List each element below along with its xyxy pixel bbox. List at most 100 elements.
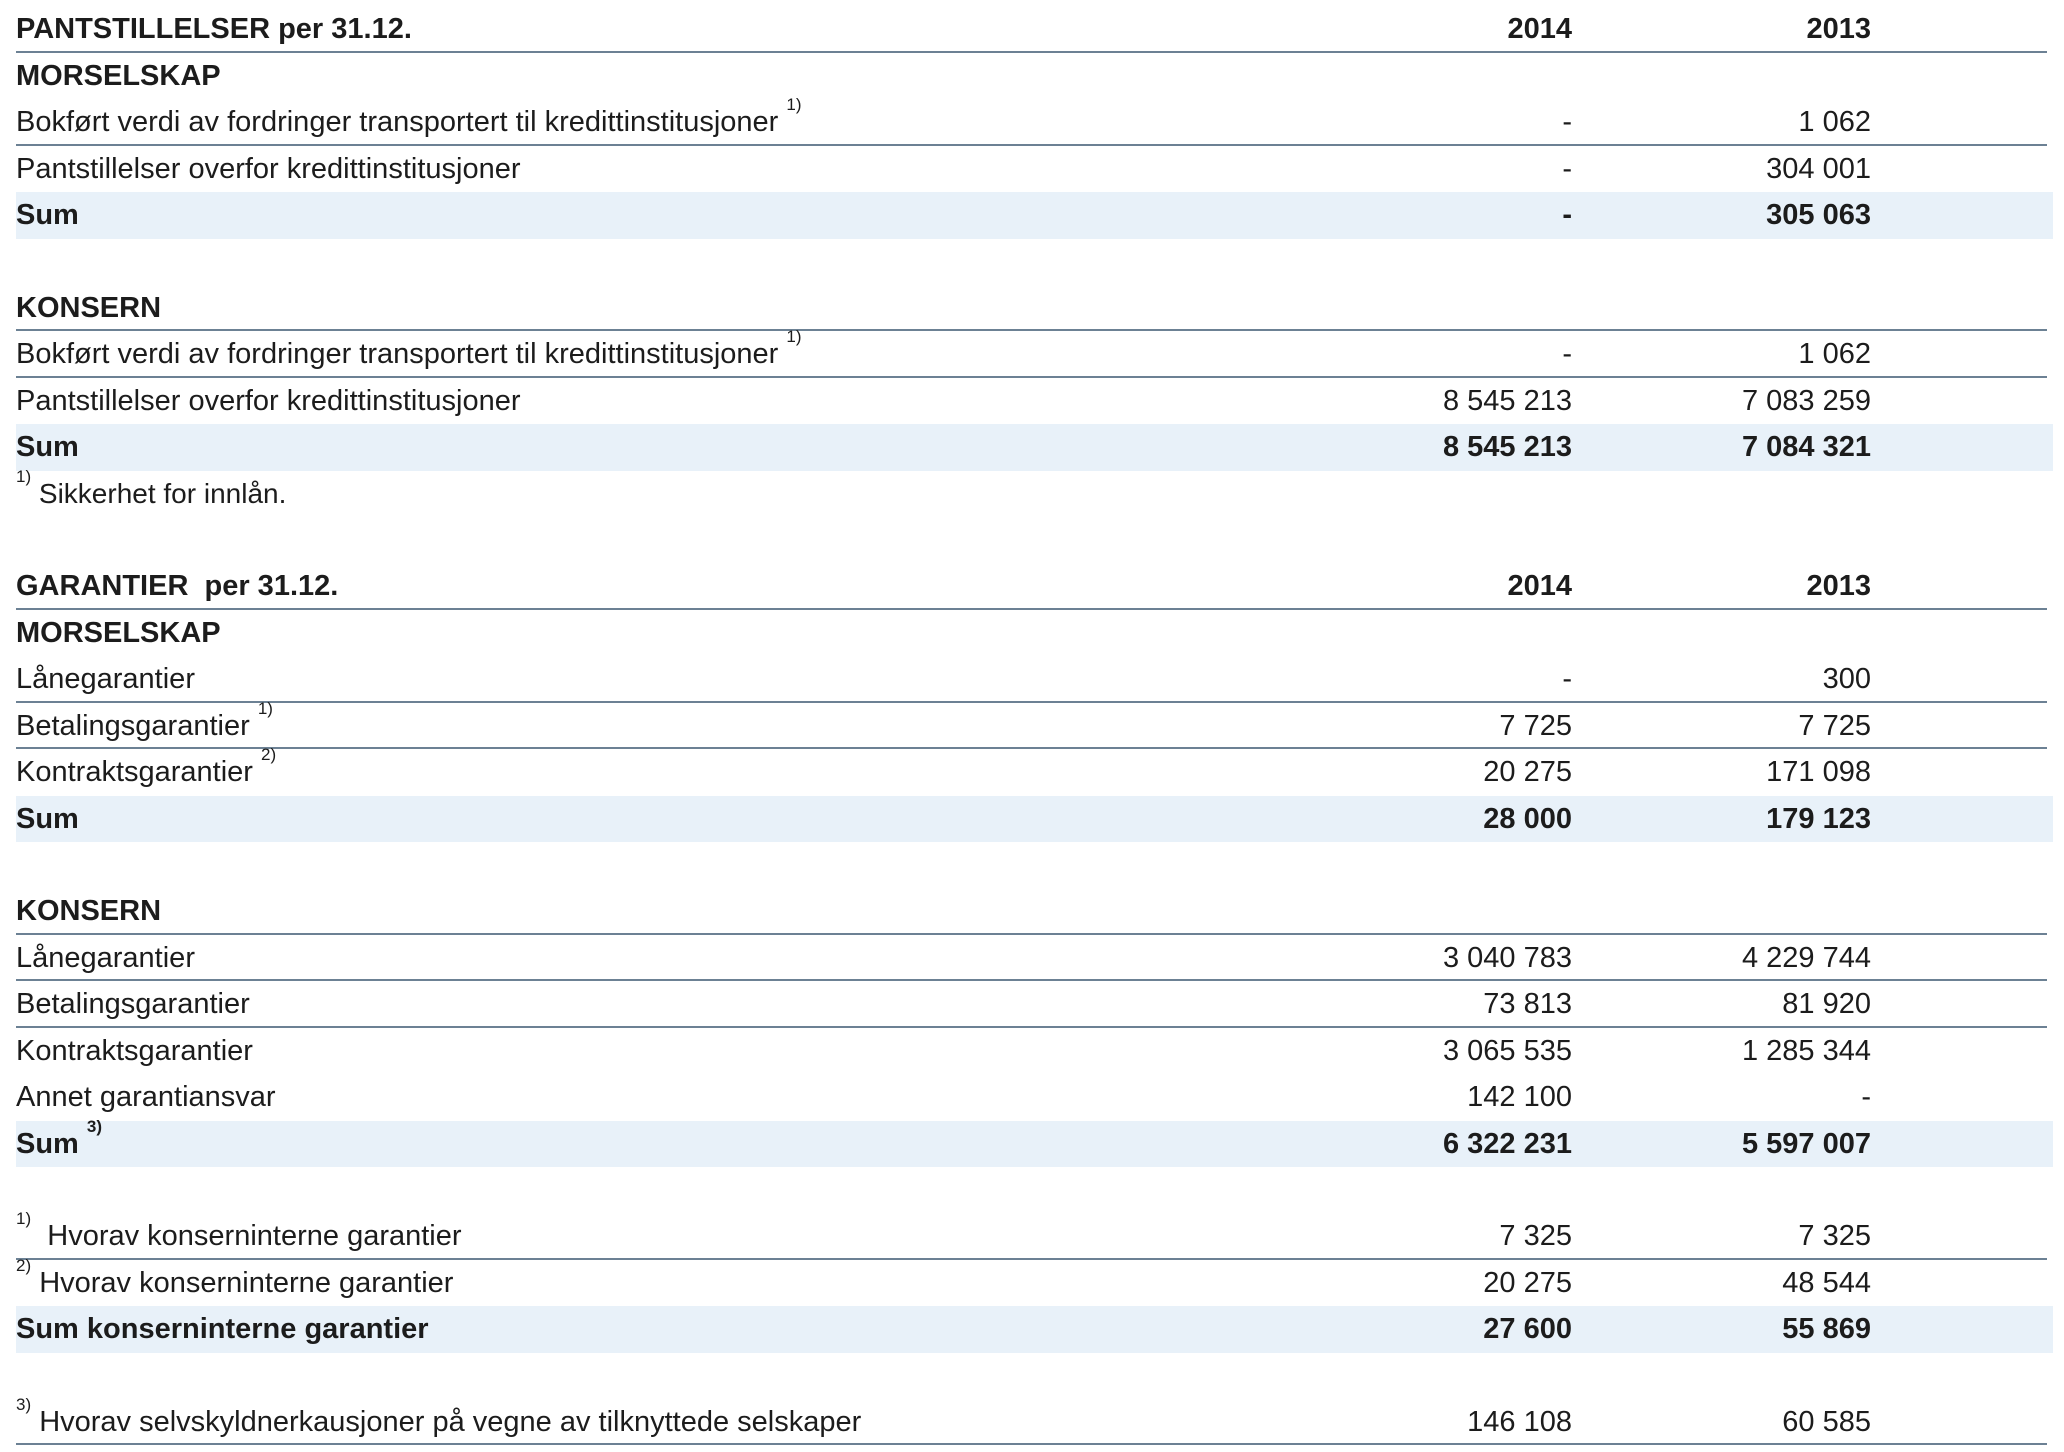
value-2013: 60 585 [1782,1405,1871,1438]
value-2013: 1 062 [1798,106,1871,138]
footnote-marker: 3) [16,1394,32,1414]
pledges-title: PANTSTILLELSER per 31.12. [16,13,412,45]
sum-2014: 8 545 213 [1442,431,1572,463]
table-row: 1) Hvorav konserninterne garantier 7 325… [16,1210,2053,1260]
pledges-header-row: PANTSTILLELSER per 31.12. 2014 2013 [16,6,2053,53]
sum-2013: 7 084 321 [1741,431,1871,463]
value-2013: 171 098 [1766,756,1871,788]
sum-row: Sum 8 545 213 7 084 321 [16,424,2053,471]
footnote-ref: 2) [261,745,277,764]
footnote-marker: 1) [16,1209,32,1228]
table-row: Lånegarantier - 300 [16,656,2053,703]
table-row: Kontraktsgarantier 2) 20 275 171 098 [16,746,2053,796]
value-2014: 142 100 [1467,1081,1572,1113]
year-2014-header: 2014 [1507,13,1572,45]
value-2013: - [1861,1081,1871,1113]
row-label: Hvorav konserninterne garantier [39,1266,454,1299]
sum-row: Sum - 305 063 [16,192,2053,239]
row-label: Annet garantiansvar [16,1081,276,1113]
value-2013: 7 083 259 [1741,384,1871,417]
table-row: Betalingsgarantier 73 813 81 920 [16,981,2053,1028]
table-row: Annet garantiansvar 142 100 - [16,1074,2053,1121]
footnote-marker: 1) [16,466,32,486]
value-2014: 7 325 [1499,1220,1572,1252]
sum-2013: 179 123 [1766,802,1871,835]
year-2013-header: 2013 [1806,13,1871,45]
value-2014: - [1562,106,1572,138]
section-heading: MORSELSKAP [16,616,221,649]
table-row: Bokført verdi av fordringer transportert… [16,328,2053,378]
row-label: Lånegarantier [16,663,195,695]
value-2014: - [1562,663,1572,695]
value-2013: 1 062 [1798,338,1871,370]
section-heading: KONSERN [16,291,162,324]
sum-label: Sum [16,802,79,835]
footnote-ref: 1) [786,327,802,346]
sum-2013: 305 063 [1766,199,1871,231]
sum-2014: 6 322 231 [1442,1127,1572,1160]
section-heading: KONSERN [16,895,162,927]
row-label: Hvorav selvskyldnerkausjoner på vegne av… [39,1405,862,1438]
year-2013-header: 2013 [1806,570,1871,602]
value-2013: 4 229 744 [1741,941,1871,974]
value-2014: 73 813 [1483,988,1572,1020]
value-2014: 146 108 [1467,1405,1572,1438]
footnote-row: 1) Sikkerhet for innlån. [16,468,2053,518]
value-2014: 20 275 [1483,1266,1572,1299]
sum-label: Sum [16,431,79,463]
pledges-group-heading-row: KONSERN [16,285,2053,332]
value-2014: - [1562,152,1572,185]
row-label: Kontraktsgarantier [16,756,253,788]
value-2014: 3 040 783 [1442,941,1572,974]
sum-2014: 28 000 [1483,802,1572,835]
value-2014: 8 545 213 [1442,384,1572,417]
value-2013: 48 544 [1782,1266,1871,1299]
section-heading: MORSELSKAP [16,59,221,92]
sum-row: Sum konserninterne garantier 27 600 55 8… [16,1306,2053,1353]
value-2014: 7 725 [1499,709,1572,742]
value-2013: 1 285 344 [1741,1034,1871,1067]
sum-label: Sum [16,1127,79,1160]
sum-2014: 27 600 [1483,1313,1572,1345]
sum-row: Sum 28 000 179 123 [16,795,2053,842]
value-2013: 304 001 [1766,152,1871,185]
value-2013: 300 [1822,663,1871,695]
guarantees-title: GARANTIER per 31.12. [16,570,339,602]
sum-row: Sum 3) 6 322 231 5 597 007 [16,1118,2053,1167]
row-label: Hvorav konserninterne garantier [47,1220,462,1252]
pledges-parent-heading-row: MORSELSKAP [16,53,2053,100]
guarantees-group-heading-row: KONSERN [16,888,2053,935]
footnote-ref: 1) [257,698,273,718]
footnote-marker: 2) [16,1255,32,1275]
guarantees-header-row: GARANTIER per 31.12. 2014 2013 [16,563,2053,610]
table-row: 2) Hvorav konserninterne garantier 20 27… [16,1257,2053,1307]
sum-label: Sum konserninterne garantier [16,1313,429,1345]
table-row: Pantstillelser overfor kredittinstitusjo… [16,378,2053,425]
table-row: 3) Hvorav selvskyldnerkausjoner på vegne… [16,1396,2053,1446]
table-row: Betalingsgarantier 1) 7 725 7 725 [16,700,2053,750]
row-label: Bokført verdi av fordringer transportert… [16,338,779,370]
value-2014: 20 275 [1483,756,1572,788]
row-label: Pantstillelser overfor kredittinstitusjo… [16,384,521,417]
table-row: Bokført verdi av fordringer transportert… [16,96,2053,146]
row-label: Bokført verdi av fordringer transportert… [16,106,779,138]
sum-2013: 5 597 007 [1741,1127,1871,1160]
sum-2013: 55 869 [1782,1313,1871,1345]
row-label: Lånegarantier [16,941,195,974]
value-2014: - [1562,338,1572,370]
year-2014-header: 2014 [1507,570,1572,602]
row-label: Kontraktsgarantier [16,1034,253,1067]
footnote-ref: 1) [786,95,802,114]
table-row: Pantstillelser overfor kredittinstitusjo… [16,146,2053,193]
value-2013: 7 725 [1798,709,1871,742]
row-label: Pantstillelser overfor kredittinstitusjo… [16,152,521,185]
row-label: Betalingsgarantier [16,709,250,742]
footnote-text: Sikkerhet for innlån. [38,477,287,509]
table-row: Lånegarantier 3 040 783 4 229 744 [16,935,2053,982]
guarantees-document: PANTSTILLELSER per 31.12. 2014 2013 MORS… [16,6,2053,1445]
table-row: Kontraktsgarantier 3 065 535 1 285 344 [16,1028,2053,1075]
